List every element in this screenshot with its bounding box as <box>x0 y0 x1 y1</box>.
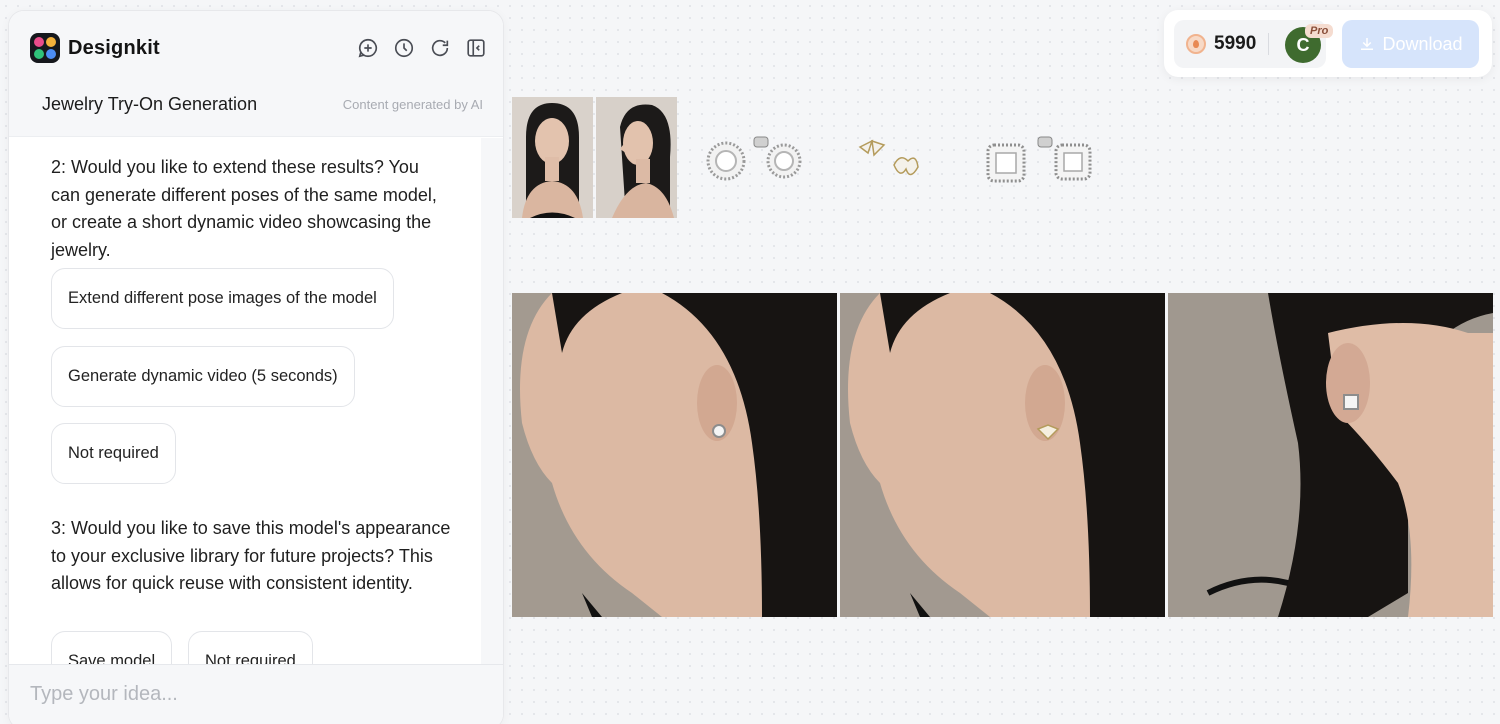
earring-halo-round-image <box>706 136 802 181</box>
reference-model-front[interactable] <box>512 97 593 218</box>
option-extend-poses[interactable]: Extend different pose images of the mode… <box>51 268 394 329</box>
account-toolbar: 5990 C Pro Download <box>1164 10 1492 77</box>
reference-model-side[interactable] <box>596 97 677 218</box>
reference-earring-butterfly[interactable] <box>842 97 932 218</box>
model-halo-earring-photo <box>512 293 837 617</box>
panel-header: Designkit Jewelry Try-On Generation Cont… <box>9 11 503 137</box>
model-front-image <box>512 97 593 218</box>
reference-earring-halo-round[interactable] <box>692 97 812 218</box>
header-actions <box>357 37 487 59</box>
model-butterfly-earring-photo <box>840 293 1165 617</box>
download-label: Download <box>1382 33 1463 54</box>
model-side-image <box>596 97 677 218</box>
credit-coin-icon <box>1186 34 1206 54</box>
model-square-earring-photo <box>1168 293 1493 617</box>
reference-earring-square-halo[interactable] <box>978 97 1098 218</box>
ai-disclaimer: Content generated by AI <box>342 97 483 112</box>
chat-messages: 2: Would you like to extend these result… <box>9 138 481 664</box>
result-image-3[interactable] <box>1168 293 1493 617</box>
chat-scroll-area[interactable]: 2: Would you like to extend these result… <box>9 138 503 664</box>
history-icon[interactable] <box>393 37 415 59</box>
divider <box>1268 33 1270 55</box>
earring-square-halo-image <box>986 136 1092 183</box>
brand[interactable]: Designkit <box>30 33 160 63</box>
option-generate-video[interactable]: Generate dynamic video (5 seconds) <box>51 346 355 407</box>
download-icon <box>1361 38 1374 50</box>
prompt-input[interactable] <box>30 683 470 706</box>
credit-count: 5990 <box>1214 33 1257 54</box>
question-save-model: 3: Would you like to save this model's a… <box>51 518 451 593</box>
app-name: Designkit <box>68 36 160 59</box>
option-save-model[interactable]: Save model <box>51 631 173 664</box>
prompt-bar <box>9 664 503 724</box>
option-save-not-required[interactable]: Not required <box>188 631 313 664</box>
download-button[interactable]: Download <box>1342 20 1479 68</box>
designkit-logo-icon <box>30 33 60 63</box>
pro-badge: Pro <box>1305 24 1334 38</box>
option-not-required[interactable]: Not required <box>51 423 176 484</box>
refresh-icon[interactable] <box>429 37 451 59</box>
chat-panel: Designkit Jewelry Try-On Generation Cont… <box>8 10 504 724</box>
question-extend-results: 2: Would you like to extend these result… <box>51 157 437 260</box>
result-image-2[interactable] <box>840 293 1165 617</box>
session-title: Jewelry Try-On Generation <box>42 94 258 114</box>
collapse-panel-icon[interactable] <box>465 37 487 59</box>
avatar-container[interactable]: C Pro <box>1285 24 1334 64</box>
result-image-1[interactable] <box>512 293 837 617</box>
earring-butterfly-image <box>858 139 919 176</box>
scrollbar-track[interactable] <box>481 138 503 664</box>
new-chat-icon[interactable] <box>357 37 379 59</box>
